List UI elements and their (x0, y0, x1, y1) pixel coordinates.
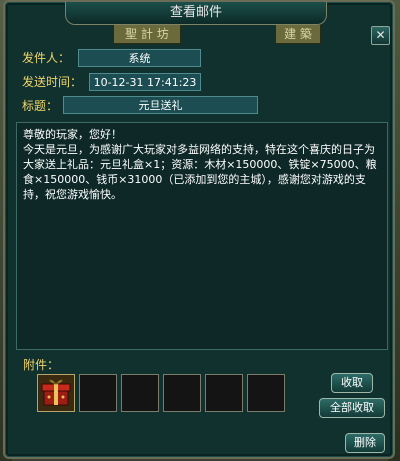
attachment-slot-5[interactable] (205, 374, 243, 412)
close-icon: ✕ (375, 28, 386, 42)
subject-label: 标题： (22, 99, 59, 113)
background-sign-building: 建 築 (275, 24, 321, 44)
mail-body: 尊敬的玩家，您好！ 今天是元旦，为感谢广大玩家对多益网络的支持，特在这个喜庆的日… (16, 122, 388, 350)
attachment-slot-1[interactable] (37, 374, 75, 412)
attachment-slot-4[interactable] (163, 374, 201, 412)
background-sign-shop: 聖 計 坊 (113, 24, 181, 44)
sender-label: 发件人： (22, 51, 71, 65)
close-button[interactable]: ✕ (371, 26, 390, 45)
send-time-field: 10-12-31 17:41:23 (89, 73, 201, 91)
subject-field: 元旦送礼 (63, 96, 258, 114)
sender-field: 系统 (78, 49, 201, 67)
send-time-label: 发送时间： (22, 75, 83, 89)
gift-box-icon (41, 379, 71, 406)
attachments-label: 附件： (23, 358, 60, 372)
attachment-slot-6[interactable] (247, 374, 285, 412)
collect-button[interactable]: 收取 (331, 373, 373, 393)
collect-all-button[interactable]: 全部收取 (319, 398, 385, 418)
delete-button[interactable]: 删除 (345, 433, 385, 453)
mail-dialog: 聖 計 坊 建 築 查看邮件 ✕ 发件人： 系统 发送时间： 10-12-31 … (3, 0, 395, 459)
dialog-title: 查看邮件 (65, 2, 327, 25)
attachment-slot-3[interactable] (121, 374, 159, 412)
attachment-slot-2[interactable] (79, 374, 117, 412)
